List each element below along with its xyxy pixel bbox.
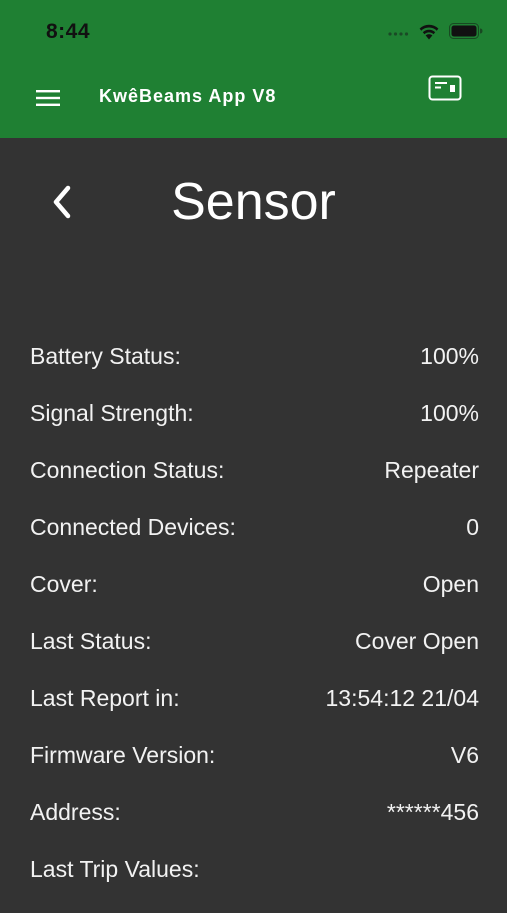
detail-value: Open — [422, 571, 479, 597]
detail-label: Connection Status: — [30, 457, 225, 483]
sensor-details: Battery Status: 100% Signal Strength: 10… — [30, 343, 479, 913]
battery-icon — [449, 22, 483, 44]
detail-value: V6 — [450, 742, 479, 768]
menu-button[interactable] — [28, 82, 68, 118]
detail-row-signal-strength: Signal Strength: 100% — [30, 400, 479, 457]
detail-row-connection-status: Connection Status: Repeater — [30, 457, 479, 514]
app-header: KwêBeams App V8 — [0, 66, 507, 138]
detail-label: Last Trip Values: — [30, 856, 200, 882]
detail-label: Cover: — [30, 571, 98, 597]
detail-label: Connected Devices: — [30, 514, 236, 540]
hamburger-menu-icon — [35, 89, 61, 112]
detail-row-address: Address: ******456 — [30, 799, 479, 856]
detail-label: Battery Status: — [30, 343, 181, 369]
detail-label: Firmware Version: — [30, 742, 216, 768]
detail-row-last-trip-values: Last Trip Values: — [30, 856, 479, 913]
status-time: 8:44 — [46, 20, 91, 43]
status-icons — [387, 22, 483, 44]
detail-row-last-report: Last Report in: 13:54:12 21/04 — [30, 685, 479, 742]
signal-dots-icon — [387, 24, 409, 42]
top-bar: 8:44 KwêBeams App V8 — [0, 0, 507, 138]
page-title: Sensor — [171, 173, 336, 231]
detail-value: 100% — [420, 400, 479, 426]
detail-row-firmware-version: Firmware Version: V6 — [30, 742, 479, 799]
sensor-content: Sensor Battery Status: 100% Signal Stren… — [0, 138, 507, 900]
app-title: KwêBeams App V8 — [99, 86, 277, 106]
card-button[interactable] — [423, 70, 467, 110]
detail-value: Cover Open — [354, 628, 479, 654]
detail-row-last-status: Last Status: Cover Open — [30, 628, 479, 685]
card-icon — [428, 75, 462, 106]
detail-label: Address: — [30, 799, 121, 825]
detail-label: Signal Strength: — [30, 400, 194, 426]
detail-value: 13:54:12 21/04 — [325, 685, 479, 711]
detail-row-battery-status: Battery Status: 100% — [30, 343, 479, 400]
detail-label: Last Report in: — [30, 685, 180, 711]
wifi-icon — [417, 22, 441, 45]
detail-value: ******456 — [386, 799, 479, 825]
detail-row-cover: Cover: Open — [30, 571, 479, 628]
status-bar: 8:44 — [0, 0, 507, 66]
detail-value: Repeater — [384, 457, 479, 483]
detail-value: 0 — [466, 514, 479, 540]
detail-row-connected-devices: Connected Devices: 0 — [30, 514, 479, 571]
detail-value: 100% — [420, 343, 479, 369]
detail-label: Last Status: — [30, 628, 152, 654]
